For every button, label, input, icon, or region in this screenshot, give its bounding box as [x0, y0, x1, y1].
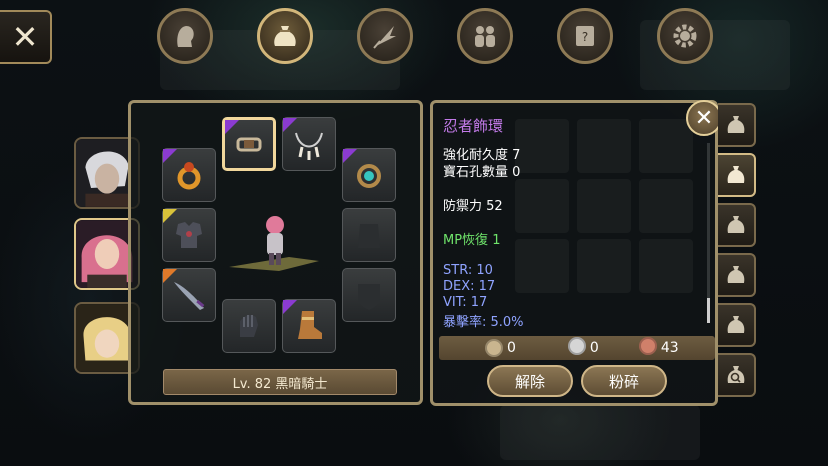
tab-bag[interactable]: [257, 8, 313, 64]
gauntlet-icon: [240, 315, 258, 337]
equip-slot-ring-left[interactable]: [162, 148, 216, 202]
equip-slot-armor[interactable]: [162, 208, 216, 262]
tab-quests[interactable]: ?: [557, 8, 613, 64]
bag-tab-2[interactable]: [718, 153, 756, 197]
equip-slot-gloves[interactable]: [222, 299, 276, 353]
inventory-cell[interactable]: [577, 179, 631, 233]
equip-slot-necklace[interactable]: [282, 117, 336, 171]
bag-icon: [274, 26, 296, 46]
bag-icon: [727, 166, 745, 183]
close-menu-button[interactable]: ✕: [0, 10, 52, 64]
skill-feather-icon: [373, 26, 396, 49]
defense-text: 防禦力 52: [443, 199, 503, 214]
bag-tab-3[interactable]: [718, 203, 756, 247]
close-icon: ✕: [694, 105, 714, 131]
currency-bar: 0 0 43: [439, 336, 715, 360]
character-level-label: Lv. 82 黑暗騎士: [163, 369, 397, 395]
stat-crit: 暴擊率: 5.0%: [443, 315, 524, 330]
bag-icon: [727, 216, 745, 233]
settings-gear-icon: [673, 24, 697, 48]
mp-recovery-text: MP恢復 1: [443, 233, 501, 248]
quest-scroll-icon: ?: [576, 26, 594, 46]
inventory-cell[interactable]: [639, 239, 693, 293]
equip-slot-cloak-empty[interactable]: [342, 208, 396, 262]
tab-profile[interactable]: [157, 8, 213, 64]
inventory-cell[interactable]: [639, 179, 693, 233]
scroll-thumb[interactable]: [707, 298, 710, 323]
gem-slots-text: 寶石孔數量 0: [443, 165, 521, 180]
empty-armor-slot-icon: [358, 224, 380, 248]
item-info-panel: 忍者飾環 強化耐久度 7 寶石孔數量 0 防禦力 52 MP恢復 1 STR: …: [430, 100, 718, 406]
search-bag-icon: [727, 366, 745, 383]
silver-amount: 0: [589, 340, 599, 356]
unequip-button[interactable]: 解除: [487, 365, 573, 397]
party-icon: [475, 26, 495, 47]
gold-coin-icon: [485, 339, 503, 357]
empty-shield-slot-icon: [358, 284, 380, 310]
tab-settings[interactable]: [657, 8, 713, 64]
close-info-button[interactable]: ✕: [686, 100, 722, 136]
bag-tab-5[interactable]: [718, 303, 756, 347]
tab-skills[interactable]: [357, 8, 413, 64]
profile-head-icon: [177, 26, 194, 47]
silver-coin-icon: [567, 337, 590, 359]
equip-slot-weapon[interactable]: [162, 268, 216, 322]
copper-coin-icon: [638, 337, 661, 359]
stat-vit: VIT: 17: [443, 295, 488, 310]
tab-party[interactable]: [457, 8, 513, 64]
equip-slot-ring-right[interactable]: [342, 148, 396, 202]
inventory-cell[interactable]: [515, 179, 569, 233]
bag-tab-4[interactable]: [718, 253, 756, 297]
inventory-cell[interactable]: [515, 119, 569, 173]
bag-tab-search[interactable]: [718, 353, 756, 397]
bag-icon: [727, 266, 745, 283]
stat-dex: DEX: 17: [443, 279, 496, 294]
close-icon: ✕: [11, 18, 39, 56]
inventory-cell[interactable]: [515, 239, 569, 293]
bag-icon: [727, 316, 745, 333]
inventory-cell[interactable]: [577, 119, 631, 173]
gold-amount: 0: [507, 340, 516, 356]
stat-str: STR: 10: [443, 263, 493, 278]
info-scrollbar[interactable]: [707, 143, 710, 323]
character-sprite: [229, 216, 319, 271]
copper-amount: 43: [660, 340, 679, 356]
floor-tile: [500, 405, 700, 460]
bag-tab-1[interactable]: [718, 103, 756, 147]
bag-icon: [727, 116, 745, 133]
menu-tab-bar: ?: [157, 8, 715, 66]
equipment-panel: Lv. 82 黑暗騎士: [128, 100, 423, 405]
inventory-cell[interactable]: [577, 239, 631, 293]
smash-button[interactable]: 粉碎: [581, 365, 667, 397]
equip-slot-bracelet[interactable]: [222, 117, 276, 171]
equip-slot-boots[interactable]: [282, 299, 336, 353]
inventory-cell[interactable]: [639, 119, 693, 173]
equip-slot-shield-empty[interactable]: [342, 268, 396, 322]
svg-text:?: ?: [582, 30, 588, 44]
item-name: 忍者飾環: [443, 117, 504, 135]
